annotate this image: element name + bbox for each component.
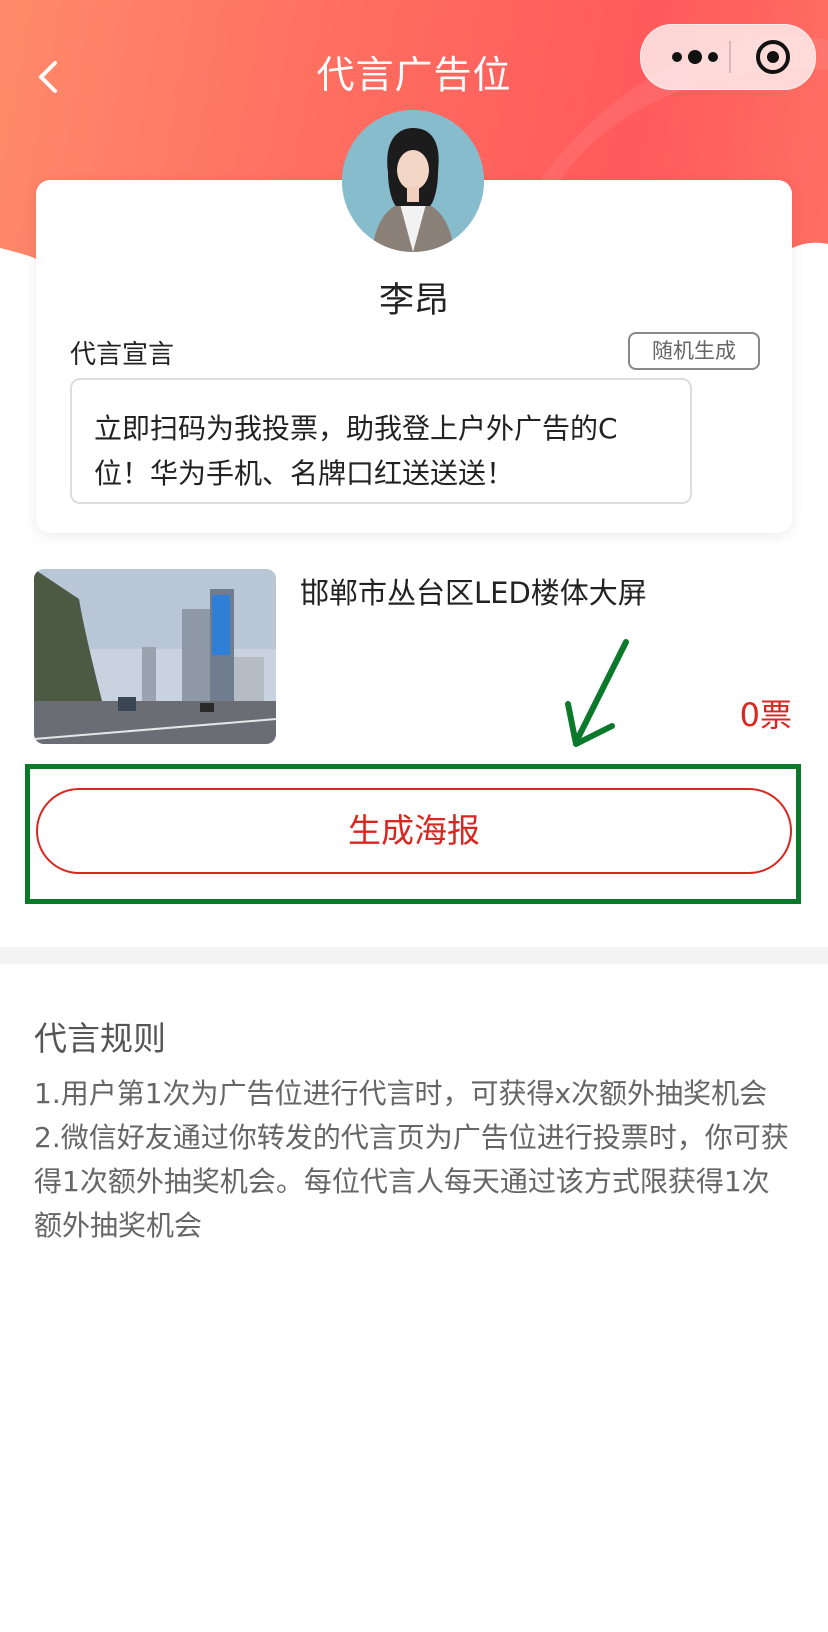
avatar (342, 110, 484, 252)
mini-program-capsule (640, 24, 816, 90)
section-divider (0, 947, 828, 964)
rule-item: 2.微信好友通过你转发的代言页为广告位进行投票时，你可获得1次额外抽奖机会。每位… (34, 1121, 789, 1242)
slogan-textarea[interactable]: 立即扫码为我投票，助我登上户外广告的C位！华为手机、名牌口红送送送！ (70, 378, 692, 504)
generate-poster-button[interactable]: 生成海报 (36, 788, 792, 874)
rules-title: 代言规则 (34, 1019, 166, 1058)
rule-item: 1.用户第1次为广告位进行代言时，可获得x次额外抽奖机会 (34, 1077, 768, 1110)
user-name: 李昂 (378, 281, 449, 321)
more-dots-icon[interactable] (665, 42, 725, 72)
capsule-divider (729, 41, 731, 73)
rules-list: 1.用户第1次为广告位进行代言时，可获得x次额外抽奖机会 2.微信好友通过你转发… (34, 1072, 796, 1248)
ad-thumbnail[interactable] (34, 569, 276, 744)
annotation-arrow-icon (565, 639, 629, 747)
random-generate-button[interactable]: 随机生成 (628, 332, 760, 370)
vote-count: 0票 (739, 696, 792, 734)
ad-title: 邯郸市丛台区LED楼体大屏 (300, 576, 647, 610)
target-icon[interactable] (753, 37, 793, 77)
slogan-label: 代言宣言 (70, 340, 175, 370)
